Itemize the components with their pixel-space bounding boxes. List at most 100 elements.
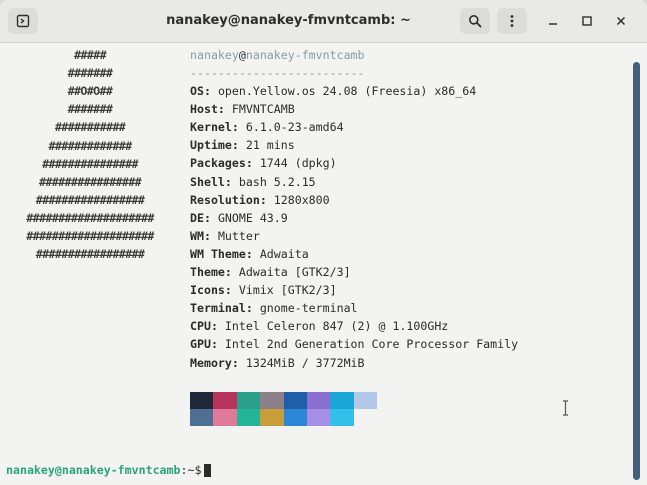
title-bar[interactable]: nanakey@nanakey-fmvntcamb: ~	[0, 0, 647, 43]
window-title: nanakey@nanakey-fmvntcamb: ~	[166, 13, 411, 28]
info-colon: :	[203, 210, 218, 225]
info-value: open.Yellow.os 24.08 (Freesia) x86_64	[217, 84, 477, 98]
logo-line: ####################	[26, 229, 154, 243]
info-value: 6.1.0-23-amd64	[245, 120, 344, 135]
color-swatch	[260, 409, 284, 426]
info-row: WM: Mutter	[190, 229, 260, 243]
info-value: FMVNTCAMB	[231, 102, 295, 117]
text-cursor	[204, 464, 212, 477]
logo-line: ################	[38, 174, 142, 189]
logo-line: #################	[35, 192, 145, 207]
info-key: Shell	[190, 174, 225, 189]
info-row: Memory: 1324MiB / 3772MiB	[190, 356, 365, 370]
info-row: OS: open.Yellow.os 24.08 (Freesia) x86_6…	[190, 84, 476, 98]
info-row: DE: GNOME 43.9	[190, 211, 288, 225]
info-key: Resolution	[190, 192, 260, 207]
logo-line: #####	[74, 48, 107, 62]
info-colon: :	[245, 156, 260, 171]
color-swatch	[236, 409, 261, 426]
logo-line: ###############	[42, 156, 138, 171]
color-swatch	[213, 409, 237, 426]
info-row: Kernel: 6.1.0-23-amd64	[190, 120, 344, 134]
info-key: Uptime	[190, 138, 232, 153]
info-row: Shell: bash 5.2.15	[190, 175, 316, 189]
info-colon: :	[231, 138, 246, 153]
info-key: CPU	[190, 319, 211, 334]
info-colon: :	[203, 84, 218, 98]
info-colon: :	[203, 228, 218, 243]
info-colon: :	[245, 301, 260, 316]
info-key: WM Theme	[190, 246, 246, 261]
info-value: gnome-terminal	[259, 301, 358, 316]
close-button[interactable]	[610, 8, 632, 34]
header-host: nanakey-fmvntcamb	[245, 48, 365, 62]
close-icon	[616, 16, 626, 26]
prompt-path: :~$	[180, 463, 202, 477]
info-value: Vimix [GTK2/3]	[238, 283, 337, 298]
logo-line: #################	[35, 247, 145, 262]
terminal-window: nanakey@nanakey-fmvntcamb: ~ ##### #####…	[0, 0, 647, 485]
info-value: 1280x800	[273, 192, 330, 207]
color-swatch	[236, 392, 261, 409]
logo-line: ##O#O##	[67, 84, 113, 99]
info-colon: :	[245, 246, 260, 261]
info-value: 21 mins	[245, 138, 295, 153]
color-swatch	[353, 409, 378, 426]
info-value: bash 5.2.15	[238, 174, 316, 189]
info-value: Mutter	[217, 228, 260, 243]
minimize-icon	[549, 23, 557, 25]
color-palette-top	[190, 392, 378, 409]
minimize-button[interactable]	[542, 8, 564, 34]
prompt-user-host: nanakey@nanakey-fmvntcamb	[6, 463, 181, 477]
info-row: Resolution: 1280x800	[190, 193, 330, 207]
info-separator: -------------------------	[190, 66, 365, 80]
search-button[interactable]	[460, 8, 490, 34]
info-key: OS	[190, 84, 204, 98]
info-value: Adwaita	[259, 246, 309, 261]
info-colon: :	[224, 174, 239, 189]
maximize-icon	[582, 16, 592, 26]
color-swatch	[353, 392, 378, 409]
terminal-new-tab-icon	[16, 14, 30, 28]
info-colon: :	[259, 192, 274, 207]
color-swatch	[190, 392, 214, 409]
info-key: Theme	[190, 265, 225, 279]
menu-button[interactable]	[497, 8, 527, 34]
info-value: Intel Celeron 847 (2) @ 1.100GHz	[224, 319, 449, 334]
info-key: Terminal	[190, 301, 246, 316]
color-palette-bottom	[190, 409, 378, 426]
kebab-menu-icon	[510, 15, 514, 27]
info-key: Packages	[190, 156, 246, 171]
info-colon: :	[217, 102, 232, 117]
color-swatch	[330, 409, 354, 426]
logo-line: #############	[48, 138, 133, 153]
color-swatch	[190, 409, 214, 426]
maximize-button[interactable]	[576, 8, 598, 34]
logo-line: ###########	[54, 120, 126, 135]
info-row: Uptime: 21 mins	[190, 138, 295, 152]
info-row: CPU: Intel Celeron 847 (2) @ 1.100GHz	[190, 319, 448, 333]
info-colon: :	[231, 355, 246, 370]
info-key: DE	[190, 210, 204, 225]
info-value: Adwaita [GTK2/3]	[238, 265, 351, 279]
scrollbar[interactable]	[633, 62, 640, 480]
info-key: WM	[190, 228, 204, 243]
color-swatch	[306, 392, 331, 409]
info-header: nanakey@nanakey-fmvntcamb	[190, 48, 365, 62]
info-row: Theme: Adwaita [GTK2/3]	[190, 265, 351, 279]
info-row: GPU: Intel 2nd Generation Core Processor…	[190, 337, 518, 351]
info-row: Icons: Vimix [GTK2/3]	[190, 283, 337, 297]
color-swatch	[260, 392, 284, 409]
info-key: Memory	[190, 355, 232, 370]
terminal-output[interactable]: ##### ####### ##O#O## ####### ########### ###…	[0, 43, 632, 485]
color-swatch	[306, 409, 331, 426]
info-colon: :	[231, 120, 246, 135]
shell-prompt[interactable]: nanakey@nanakey-fmvntcamb:~$	[6, 463, 212, 477]
color-swatch	[213, 392, 237, 409]
info-row: WM Theme: Adwaita	[190, 247, 309, 261]
info-key: Kernel	[190, 120, 232, 135]
new-tab-button[interactable]	[8, 8, 38, 34]
info-key: GPU	[190, 337, 211, 352]
info-row: Host: FMVNTCAMB	[190, 102, 295, 116]
color-swatch	[330, 392, 354, 409]
